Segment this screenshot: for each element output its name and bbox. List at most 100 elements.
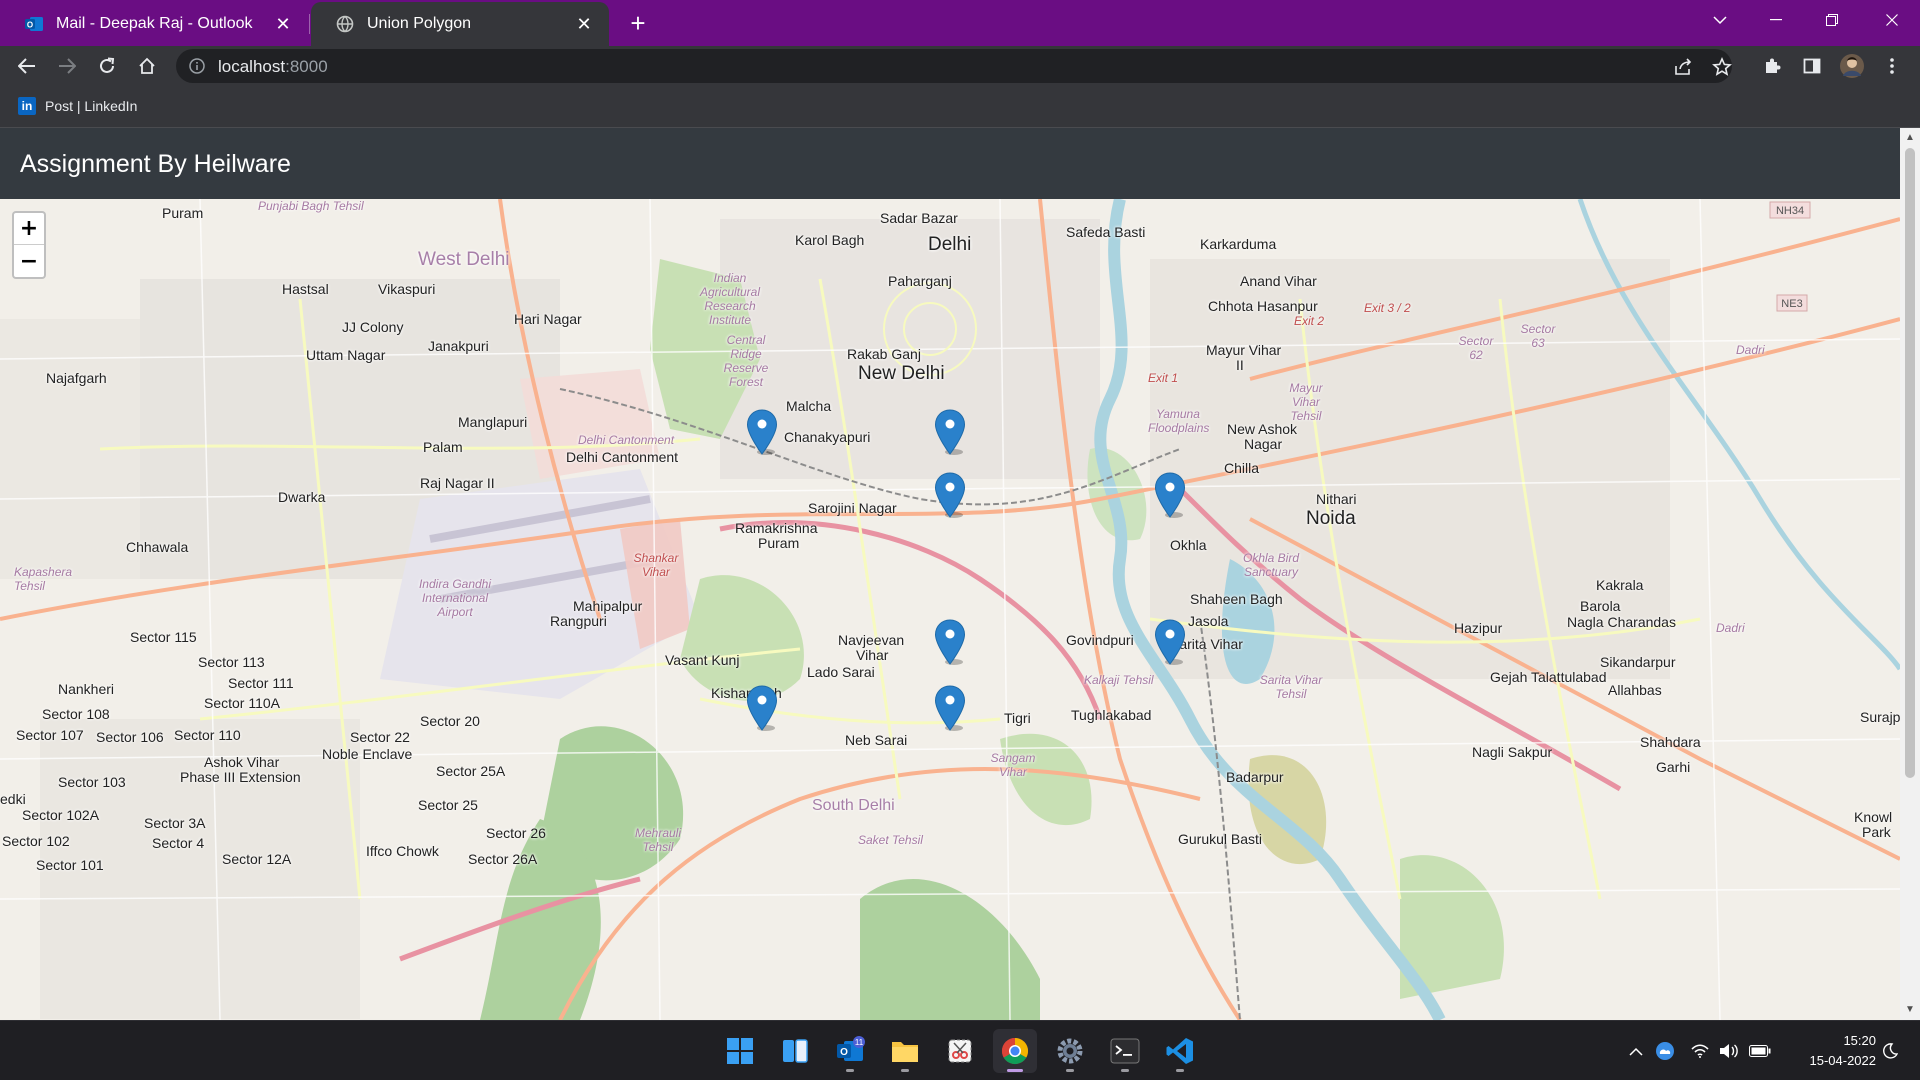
place-label: Raj Nagar II	[420, 475, 495, 491]
vscode-icon[interactable]	[1158, 1029, 1202, 1073]
notification-badge: 11	[855, 1038, 864, 1047]
tab-search-chevron-icon[interactable]	[1692, 0, 1748, 40]
home-icon[interactable]	[131, 50, 163, 82]
place-label: Badarpur	[1226, 769, 1284, 785]
file-explorer-icon[interactable]	[883, 1029, 927, 1073]
running-indicator	[846, 1069, 854, 1072]
bookmark-linkedin[interactable]: in Post | LinkedIn	[18, 97, 137, 115]
clock-time: 15:20	[1843, 1033, 1876, 1048]
place-label: Park	[1862, 824, 1891, 840]
district-label: Indira Gandhi International Airport	[418, 577, 492, 619]
scrollbar-thumb[interactable]	[1905, 148, 1915, 778]
focus-moon-icon[interactable]	[1880, 1039, 1900, 1063]
system-clock[interactable]: 15:20 15-04-2022	[1780, 1031, 1877, 1071]
site-info-icon[interactable]	[188, 57, 206, 75]
place-label: Govindpuri	[1066, 632, 1134, 648]
tab-divider	[309, 14, 310, 34]
place-label: Karol Bagh	[795, 232, 865, 248]
place-label: Sector 25A	[436, 763, 506, 779]
forward-arrow-icon[interactable]	[51, 50, 83, 82]
zoom-in-button[interactable]: +	[14, 213, 44, 245]
restore-icon[interactable]	[1804, 0, 1860, 40]
side-panel-icon[interactable]	[1796, 50, 1828, 82]
place-label: Rangpuri	[550, 613, 607, 629]
snipping-tool-icon[interactable]	[938, 1029, 982, 1073]
reload-icon[interactable]	[91, 50, 123, 82]
scroll-down-arrow-icon[interactable]: ▼	[1904, 1004, 1916, 1016]
volume-icon[interactable]	[1718, 1039, 1740, 1063]
menu-kebab-icon[interactable]	[1876, 50, 1908, 82]
map-marker-icon[interactable]	[934, 409, 966, 455]
close-icon[interactable]: ✕	[272, 13, 294, 35]
place-label: Sikandarpur	[1600, 654, 1676, 670]
place-label: Sector 111	[228, 675, 294, 691]
place-label: II	[1236, 357, 1244, 373]
new-tab-button[interactable]: +	[622, 7, 654, 39]
map-marker-icon[interactable]	[934, 685, 966, 731]
outlook-taskbar-icon[interactable]: O 11	[828, 1029, 872, 1073]
district-label: Central Ridge Reserve Forest	[723, 333, 769, 389]
bookmark-star-icon[interactable]	[1709, 54, 1735, 80]
place-label: Sector 3A	[144, 815, 206, 831]
place-label: Okhla	[1170, 537, 1207, 553]
place-label: Sector 20	[420, 713, 480, 729]
map-marker-icon[interactable]	[1154, 619, 1186, 665]
place-label: Chhawala	[126, 539, 189, 555]
terminal-icon[interactable]	[1103, 1029, 1147, 1073]
tab-union-polygon[interactable]: Union Polygon ✕	[311, 2, 609, 46]
windows-start-icon[interactable]	[718, 1029, 762, 1073]
wifi-icon[interactable]	[1690, 1039, 1710, 1063]
close-icon[interactable]: ✕	[573, 13, 595, 35]
exit-label: Exit 2	[1294, 314, 1325, 328]
place-label: Sadar Bazar	[880, 210, 958, 226]
tab-title: Mail - Deepak Raj - Outlook	[56, 15, 253, 32]
tab-outlook[interactable]: O Mail - Deepak Raj - Outlook ✕	[0, 2, 308, 46]
tray-chevron-up-icon[interactable]	[1626, 1039, 1646, 1063]
zoom-control: + −	[12, 211, 46, 279]
address-bar[interactable]: localhost:8000	[176, 49, 1732, 83]
battery-icon[interactable]	[1748, 1039, 1772, 1063]
place-label: Vihar	[856, 647, 889, 663]
chrome-icon[interactable]	[993, 1029, 1037, 1073]
extensions-puzzle-icon[interactable]	[1756, 50, 1788, 82]
map-marker-icon[interactable]	[746, 685, 778, 731]
place-label: Sector 4	[152, 835, 205, 851]
running-indicator	[1066, 1069, 1074, 1072]
profile-avatar-icon[interactable]	[1836, 50, 1868, 82]
district-label: Shankar Vihar	[633, 551, 679, 579]
place-label: Sector 12A	[222, 851, 292, 867]
svg-text:O: O	[840, 1047, 848, 1058]
place-label: Sector 26	[486, 825, 546, 841]
place-label: Tughlakabad	[1071, 707, 1152, 723]
minimize-icon[interactable]	[1748, 0, 1804, 40]
map-marker-icon[interactable]	[934, 619, 966, 665]
leaflet-map[interactable]: NH34 NE3 Puram Punjabi Bagh Tehsil Sadar…	[0, 199, 1900, 1020]
place-label: Nankheri	[58, 681, 115, 697]
windows-taskbar: O 11 15:20 15-04-2022	[0, 1020, 1920, 1080]
map-marker-icon[interactable]	[1154, 472, 1186, 518]
zoom-out-button[interactable]: −	[14, 245, 44, 277]
place-label: Nithari	[1316, 491, 1357, 507]
place-label: Lado Sarai	[807, 664, 875, 680]
back-arrow-icon[interactable]	[11, 50, 43, 82]
page-scrollbar[interactable]: ▲ ▼	[1900, 128, 1920, 1020]
settings-gear-icon[interactable]	[1048, 1029, 1092, 1073]
place-label: Sector 101	[36, 857, 104, 873]
place-label: Noida	[1306, 508, 1356, 529]
place-label: Sector 102A	[22, 807, 100, 823]
onedrive-icon[interactable]	[1654, 1039, 1676, 1063]
place-label: Delhi Cantonment	[566, 449, 679, 465]
share-icon[interactable]	[1670, 54, 1696, 80]
window-close-icon[interactable]	[1864, 0, 1920, 40]
place-label: Sector 25	[418, 797, 478, 813]
scroll-up-arrow-icon[interactable]: ▲	[1904, 132, 1916, 144]
place-label: Hazipur	[1454, 620, 1503, 636]
map-marker-icon[interactable]	[746, 409, 778, 455]
place-label: Knowl	[1854, 809, 1893, 825]
page-title: Assignment By Heilware	[20, 150, 291, 178]
running-indicator	[1007, 1069, 1023, 1072]
map-marker-icon[interactable]	[934, 472, 966, 518]
widgets-icon[interactable]	[773, 1029, 817, 1073]
page-viewport: Assignment By Heilware NH34 NE3 Puram Pu…	[0, 128, 1920, 1020]
district-label: Sector 62	[1458, 334, 1494, 362]
